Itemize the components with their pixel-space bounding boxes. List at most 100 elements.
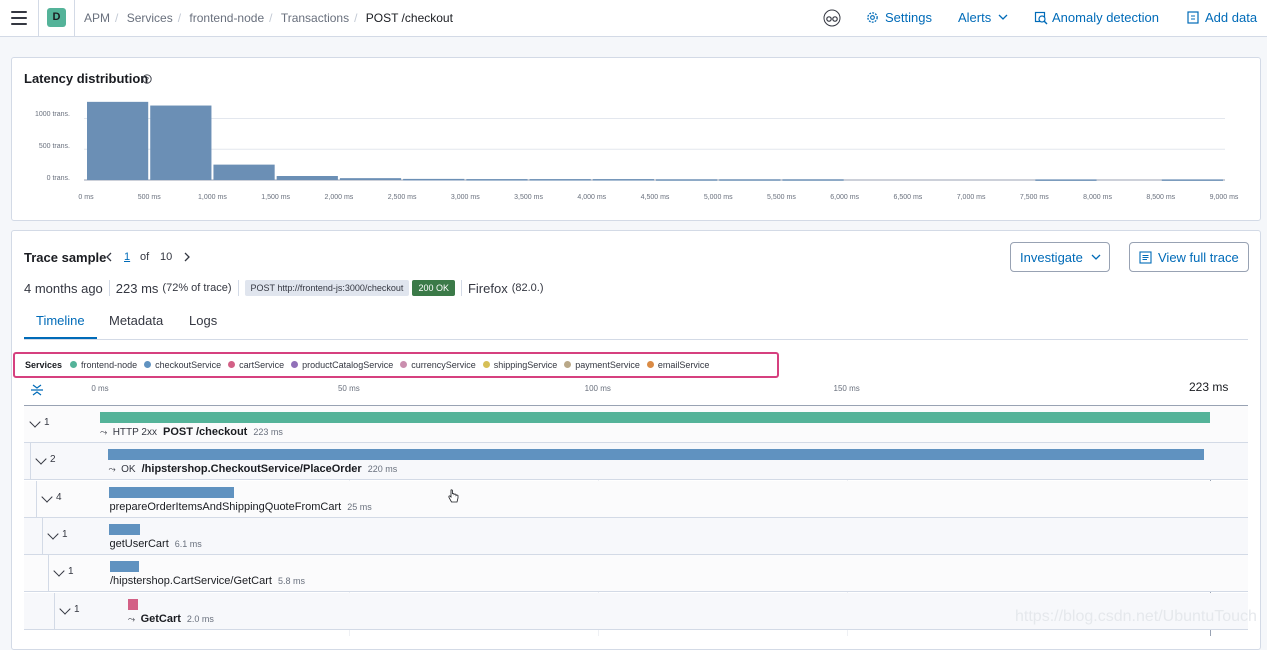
chevron-right-icon[interactable] [183,252,191,262]
chevron-left-icon[interactable] [105,252,113,262]
span-bar[interactable] [108,449,1204,461]
view-full-trace-button[interactable]: View full trace [1129,242,1249,272]
tab-timeline[interactable]: Timeline [36,313,85,328]
child-count: 4 [56,491,62,503]
span-name: /hipstershop.CheckoutService/PlaceOrder [141,463,362,476]
collapse-all-icon[interactable] [30,383,44,397]
legend-swatch [564,361,572,369]
histogram-bar[interactable] [592,179,654,181]
span-label: ⤳ HTTP 2xx POST /checkout 223 ms [100,426,283,438]
x-tick-label: 5,000 ms [703,194,733,201]
tab-metadata[interactable]: Metadata [109,313,163,328]
timeline-tick: 100 ms [584,384,611,393]
histogram-bar[interactable] [1161,179,1223,181]
span-duration: 25 ms [347,501,372,512]
histogram-bar[interactable] [656,179,718,181]
url-badge: POST http://frontend-js:3000/checkout [244,280,410,296]
span-bar[interactable] [109,561,139,573]
legend-item: productCatalogService [291,360,393,370]
timeline-row[interactable]: 1/hipstershop.CartService/GetCart 5.8 ms [24,555,1248,593]
x-tick-label: 500 ms [137,194,161,201]
child-count: 1 [44,417,50,428]
histogram-bar[interactable] [339,178,402,180]
histogram-bar[interactable] [87,101,149,180]
indent-guide [48,555,49,593]
timeline-tick: 0 ms [91,384,109,393]
legend-item: cartService [228,360,284,370]
legend-label: currencyService [411,359,476,370]
legend-label: cartService [239,359,285,370]
histogram-bar[interactable] [782,179,844,181]
chevron-down-icon[interactable] [41,490,53,503]
span-label: ⤳ OK/hipstershop.CheckoutService/PlaceOr… [108,463,397,475]
span-label: ⤳ GetCart 2.0 ms [128,613,214,625]
span-name: /hipstershop.CartService/GetCart [109,575,272,588]
child-count: 1 [62,528,68,540]
histogram-bar[interactable] [1035,179,1097,181]
chevron-down-icon [1091,254,1101,260]
span-bar[interactable] [109,523,140,535]
span-bar[interactable] [100,412,1210,423]
child-count: 1 [68,566,74,578]
histogram-bar[interactable] [213,164,275,180]
indent-guide [54,592,55,630]
trace-title: Trace sample [24,250,107,265]
trace-duration: 223 ms [115,280,159,296]
span-label: getUserCart 6.1 ms [109,538,201,550]
child-count: 1 [74,603,80,615]
histogram-bar[interactable] [466,179,528,181]
investigate-label: Investigate [1020,249,1083,265]
span-name: GetCart [140,612,181,625]
histogram-bar[interactable] [276,176,338,180]
legend-swatch [70,361,78,369]
x-tick-label: 3,500 ms [514,194,543,201]
hand-cursor-icon [448,489,459,503]
histogram-bar[interactable] [403,178,465,181]
legend-label: emailService [657,359,710,370]
histogram-bar[interactable] [150,105,212,180]
timeline-row[interactable]: 1 ⤳ HTTP 2xx POST /checkout 223 ms [24,406,1248,443]
span-bar[interactable] [109,486,234,498]
x-tick-label: 6,500 ms [893,194,923,201]
chevron-down-icon[interactable] [47,528,59,540]
legend-swatch [228,361,236,369]
legend-swatch [144,361,152,369]
trace-page-current[interactable]: 1 [124,251,130,263]
histogram-bar[interactable] [529,179,591,181]
x-tick-label: 6,000 ms [830,194,860,201]
trace-age: 4 months ago [24,280,103,296]
services-legend: Services frontend-node checkoutService car… [13,352,779,378]
view-full-trace-label: View full trace [1158,249,1239,265]
latency-chart [84,101,1225,181]
span-name: getUserCart [109,537,169,550]
chevron-down-icon[interactable] [59,602,71,615]
legend-item: currencyService [400,360,476,370]
legend-label: shippingService [493,359,558,370]
span-name: prepareOrderItemsAndShippingQuoteFromCar… [109,500,342,513]
chevron-down-icon[interactable] [29,416,41,428]
chevron-down-icon[interactable] [35,453,47,465]
x-tick-label: 4,500 ms [640,194,670,201]
legend-title: Services [25,360,63,370]
tabs-divider [24,339,1248,340]
chevron-down-icon[interactable] [53,565,65,577]
trace-page-total: 10 [160,251,173,263]
timeline-row[interactable]: 4 prepareOrderItemsAndShippingQuoteFromCa… [24,480,1248,518]
legend-swatch [291,361,299,369]
tab-logs[interactable]: Logs [189,313,217,328]
investigate-button[interactable]: Investigate [1010,242,1110,272]
timeline-row[interactable]: 2 ⤳ OK/hipstershop.CheckoutService/PlaceO… [24,443,1248,481]
span-duration: 5.8 ms [277,576,305,587]
histogram-bar[interactable] [719,179,781,181]
trace-page-of: of [140,251,150,263]
x-tick-label: 3,000 ms [450,194,480,201]
x-tick-label: 8,000 ms [1083,194,1112,201]
timeline-row[interactable]: 1 getUserCart 6.1 ms [24,517,1248,555]
x-tick-label: 4,000 ms [577,194,607,201]
timeline-tick: 50 ms [337,384,360,393]
span-bar[interactable] [127,598,138,610]
span-label: /hipstershop.CartService/GetCart 5.8 ms [110,575,305,587]
x-tick-label: 7,500 ms [1019,194,1049,201]
span-duration: 220 ms [367,464,398,475]
legend-swatch [400,361,408,369]
